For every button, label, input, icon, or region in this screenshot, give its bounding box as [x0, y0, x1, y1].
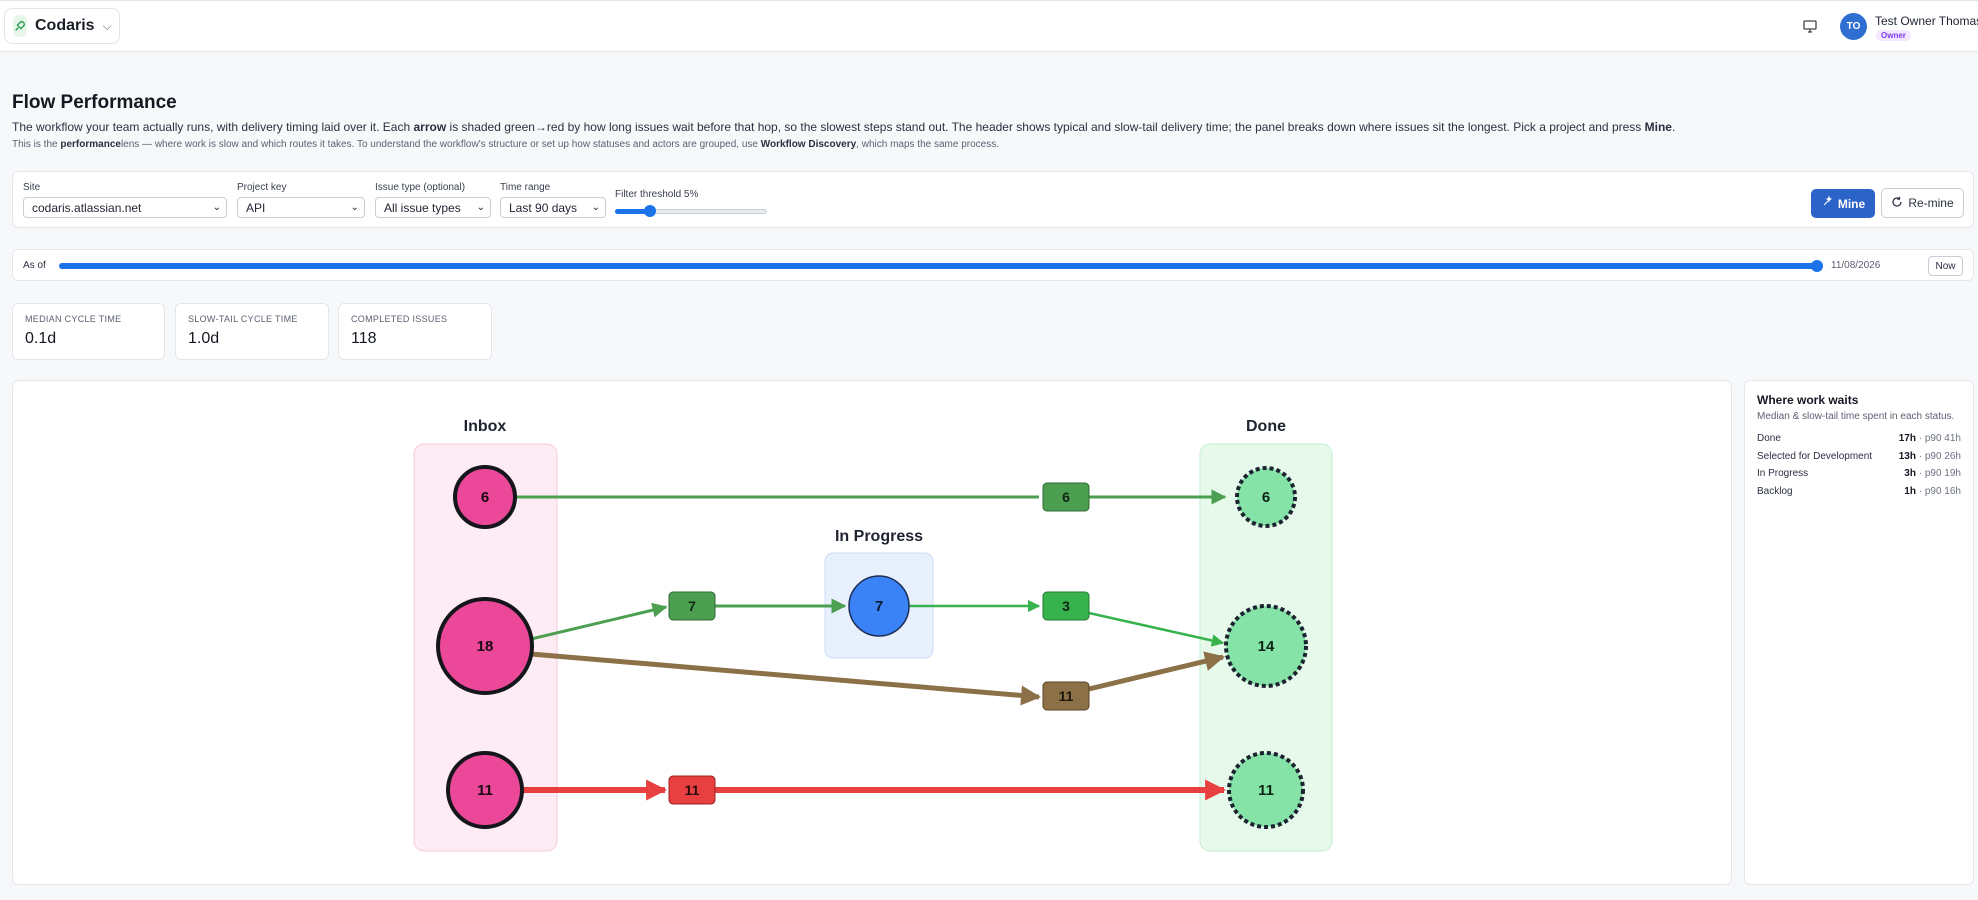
time-range-filter: Time range Last 90 days ⌄: [500, 182, 606, 218]
chevron-down-icon: ⌵: [102, 18, 112, 33]
now-button[interactable]: Now: [1928, 256, 1963, 276]
flow-map: Inbox In Progress Done 6 7 3 11 11 6 18 …: [413, 418, 1333, 852]
site-label: Site: [23, 182, 41, 193]
threshold-filter: Filter threshold 5%: [615, 189, 767, 218]
page-subdescription: This is the performancelens — where work…: [12, 139, 1000, 150]
edge-label-slow-text: 11: [1059, 688, 1074, 704]
project-value: API: [246, 200, 266, 215]
edge-inbox-slow[interactable]: [530, 651, 1041, 706]
in-progress-node-count: 7: [875, 598, 883, 615]
asof-date: 11/08/2026: [1831, 260, 1881, 271]
wait-p90: · p90 19h: [1918, 468, 1961, 480]
median-cycle-card: MEDIAN CYCLE TIME 0.1d: [12, 303, 165, 360]
edge-label-mid-a-text: 7: [688, 598, 696, 614]
wait-p90: · p90 41h: [1918, 433, 1961, 445]
chevron-down-icon: ⌄: [591, 202, 600, 213]
site-value: codaris.atlassian.net: [32, 200, 142, 215]
edge-label-red-text: 11: [685, 782, 700, 798]
stat-value: 1.0d: [188, 330, 220, 347]
wait-status: Backlog: [1757, 485, 1793, 497]
role-badge: Owner: [1876, 30, 1911, 41]
inbox-lane-title: Inbox: [464, 418, 507, 435]
stat-label: COMPLETED ISSUES: [351, 314, 448, 324]
wait-median: 3h: [1904, 468, 1916, 480]
issue-type-select[interactable]: All issue types ⌄: [375, 197, 491, 218]
waits-title: Where work waits: [1757, 393, 1859, 407]
inbox-node-3-count: 11: [477, 782, 493, 799]
stat-label: SLOW-TAIL CYCLE TIME: [188, 314, 298, 324]
stat-value: 118: [351, 330, 377, 347]
rocket-icon: [13, 15, 27, 37]
avatar[interactable]: TO: [1840, 13, 1867, 40]
site-filter: Site codaris.atlassian.net ⌄: [23, 182, 227, 218]
wait-row: Backlog 1h · p90 16h: [1757, 483, 1961, 501]
project-filter: Project key API ⌄: [237, 182, 365, 218]
user-name: Test Owner Thomas: [1875, 14, 1978, 28]
done-node-1-count: 6: [1262, 489, 1270, 506]
asof-bar: As of 11/08/2026 Now: [12, 249, 1974, 281]
chevron-down-icon: ⌄: [212, 202, 221, 213]
remine-label: Re-mine: [1908, 196, 1954, 210]
time-range-value: Last 90 days: [509, 200, 578, 215]
wait-median: 17h: [1898, 433, 1916, 445]
done-node-3-count: 11: [1258, 782, 1274, 799]
workspace-switcher[interactable]: Codaris ⌵: [4, 8, 120, 44]
asof-label: As of: [23, 260, 46, 271]
completed-issues-card: COMPLETED ISSUES 118: [338, 303, 492, 360]
slow-tail-card: SLOW-TAIL CYCLE TIME 1.0d: [175, 303, 329, 360]
wait-p90: · p90 26h: [1918, 450, 1961, 462]
edge-label-top-text: 6: [1062, 489, 1070, 505]
in-progress-lane-title: In Progress: [835, 528, 923, 545]
asof-slider-thumb[interactable]: [1811, 260, 1823, 272]
chevron-down-icon: ⌄: [350, 202, 359, 213]
issue-type-value: All issue types: [384, 200, 461, 215]
done-lane-title: Done: [1246, 418, 1286, 435]
issue-type-filter: Issue type (optional) All issue types ⌄: [375, 182, 491, 218]
monitor-icon[interactable]: [1802, 18, 1818, 34]
app-name: Codaris: [35, 17, 95, 34]
wait-status: In Progress: [1757, 468, 1809, 480]
time-range-label: Time range: [500, 182, 551, 193]
threshold-slider[interactable]: [615, 204, 767, 218]
done-node-2-count: 14: [1258, 638, 1275, 655]
project-label: Project key: [237, 182, 287, 193]
project-select[interactable]: API ⌄: [237, 197, 365, 218]
wait-status: Done: [1757, 433, 1781, 445]
remine-button[interactable]: Re-mine: [1881, 188, 1964, 218]
stat-value: 0.1d: [25, 330, 57, 347]
filter-panel: Site codaris.atlassian.net ⌄ Project key …: [12, 171, 1974, 228]
wait-median: 1h: [1904, 485, 1916, 497]
wait-status: Selected for Development: [1757, 450, 1873, 462]
inbox-node-1-count: 6: [481, 489, 489, 506]
wait-row: Selected for Development 13h · p90 26h: [1757, 448, 1961, 466]
wait-median: 13h: [1898, 450, 1916, 462]
edge-label-mid-b-text: 3: [1062, 598, 1070, 614]
wait-row: In Progress 3h · p90 19h: [1757, 465, 1961, 483]
inbox-node-2-count: 18: [477, 638, 494, 655]
waits-subtitle: Median & slow-tail time spent in each st…: [1757, 411, 1955, 422]
top-bar: Codaris ⌵ TO Test Owner Thomas Owner: [0, 0, 1978, 52]
threshold-label: Filter threshold 5%: [615, 189, 699, 200]
refresh-icon: [1891, 196, 1903, 211]
issue-type-label: Issue type (optional): [375, 182, 466, 193]
slider-thumb[interactable]: [643, 205, 656, 217]
where-work-waits-panel: Where work waits Median & slow-tail time…: [1744, 380, 1974, 885]
mine-label: Mine: [1837, 196, 1866, 211]
asof-slider[interactable]: [59, 263, 1817, 269]
flow-map-panel: Inbox In Progress Done 6 7 3 11 11 6 18 …: [12, 380, 1732, 885]
wait-row: Done 17h · p90 41h: [1757, 430, 1961, 448]
sparkle-icon: [1821, 195, 1833, 211]
mine-button[interactable]: Mine: [1811, 189, 1875, 218]
chevron-down-icon: ⌄: [476, 202, 485, 213]
wait-p90: · p90 16h: [1918, 485, 1961, 497]
stat-label: MEDIAN CYCLE TIME: [25, 314, 122, 324]
page-title: Flow Performance: [12, 92, 177, 113]
site-select[interactable]: codaris.atlassian.net ⌄: [23, 197, 227, 218]
page-description: The workflow your team actually runs, wi…: [12, 120, 1676, 134]
time-range-select[interactable]: Last 90 days ⌄: [500, 197, 606, 218]
